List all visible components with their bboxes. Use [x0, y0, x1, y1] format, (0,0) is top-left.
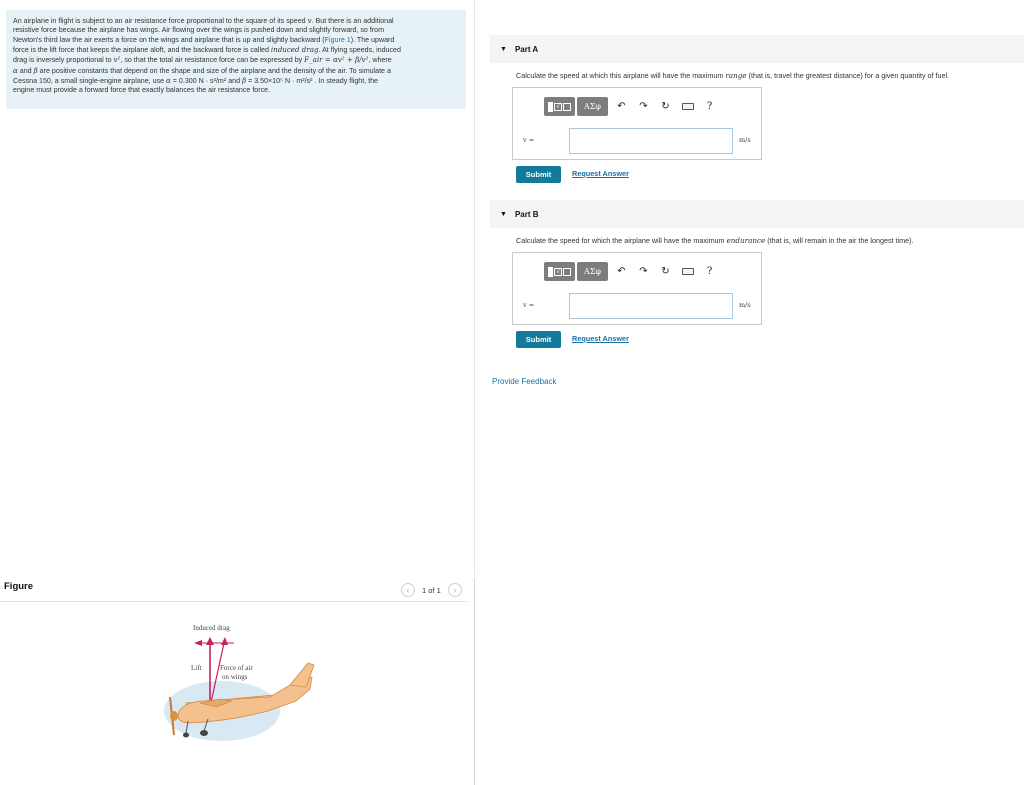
redo-button[interactable]: ↷: [633, 262, 654, 281]
part-a-variable-label: v =: [523, 136, 535, 144]
figure-column-divider: [474, 578, 475, 785]
problem-line-5: drag is inversely proportional to v², so…: [13, 55, 392, 65]
part-b-title: Part B: [514, 209, 539, 219]
part-a-request-answer-link[interactable]: Request Answer: [572, 169, 629, 178]
problem-line-1: An airplane in flight is subject to an a…: [13, 16, 394, 25]
prev-figure-button[interactable]: ‹: [401, 583, 415, 597]
figure-link[interactable]: Figure 1: [325, 36, 351, 44]
keyboard-button[interactable]: [677, 262, 698, 281]
part-b-variable-label: v =: [523, 301, 535, 309]
part-b-header[interactable]: ▼ Part B: [490, 200, 1024, 228]
reset-icon: ↻: [661, 101, 670, 112]
undo-button[interactable]: ↶: [611, 97, 632, 116]
part-b-unit: m/s: [739, 301, 751, 309]
undo-icon: ↶: [617, 101, 626, 112]
part-b-question: Calculate the speed for which the airpla…: [516, 236, 914, 245]
airplane-figure: Induced drag Lift Force of air on wings: [164, 624, 315, 741]
help-button[interactable]: ?: [699, 97, 720, 116]
chevron-right-icon: ›: [453, 585, 457, 595]
force-of-air-label: Force of air: [220, 664, 253, 672]
part-a-question: Calculate the speed at which this airpla…: [516, 71, 950, 80]
sqrt-template-icon: √: [554, 267, 562, 276]
part-b-toolbar: √ ΑΣφ ↶ ↷ ↻ ?: [544, 262, 720, 281]
part-a-submit-button[interactable]: Submit: [516, 166, 561, 183]
chevron-left-icon: ‹: [406, 585, 410, 595]
part-a-unit: m/s: [739, 136, 751, 144]
problem-line-6: α and β are positive constants that depe…: [13, 65, 391, 75]
column-divider: [474, 0, 475, 575]
on-wings-label: on wings: [222, 673, 248, 681]
reset-icon: ↻: [661, 266, 670, 277]
part-a-answer-input[interactable]: [569, 128, 733, 154]
templates-button[interactable]: √: [544, 97, 575, 116]
part-b-answer-input[interactable]: [569, 293, 733, 319]
problem-line-3: Newton's third law the air exerts a forc…: [13, 35, 395, 44]
help-icon: ?: [706, 101, 713, 112]
figure-count: 1 of 1: [422, 585, 441, 595]
figure-divider-line: [0, 601, 467, 602]
redo-icon: ↷: [639, 101, 648, 112]
help-button[interactable]: ?: [699, 262, 720, 281]
problem-line-8: engine must provide a forward force that…: [13, 86, 271, 95]
redo-button[interactable]: ↷: [633, 97, 654, 116]
templates-button[interactable]: √: [544, 262, 575, 281]
reset-button[interactable]: ↻: [655, 97, 676, 116]
problem-statement: An airplane in flight is subject to an a…: [6, 10, 466, 109]
next-figure-button[interactable]: ›: [447, 583, 462, 597]
reset-button[interactable]: ↻: [655, 262, 676, 281]
part-b-request-answer-link[interactable]: Request Answer: [572, 334, 629, 343]
part-a-answer-panel: √ ΑΣφ ↶ ↷ ↻ ? v = m/s: [512, 87, 762, 160]
figure-heading: Figure: [4, 581, 34, 592]
sqrt-template-icon: √: [554, 102, 562, 111]
problem-line-2: resistive force because the airplane has…: [13, 26, 385, 35]
redo-icon: ↷: [639, 266, 648, 277]
part-b-answer-panel: √ ΑΣφ ↶ ↷ ↻ ? v = m/s: [512, 252, 762, 325]
figure-pager: ‹ 1 of 1 ›: [401, 583, 462, 597]
help-icon: ?: [706, 266, 713, 277]
keyboard-icon: [681, 103, 694, 110]
greek-symbols-button[interactable]: ΑΣφ: [577, 97, 608, 116]
keyboard-button[interactable]: [677, 97, 698, 116]
caret-down-icon: ▼: [500, 45, 507, 53]
part-a-title: Part A: [514, 44, 539, 54]
greek-symbols-button[interactable]: ΑΣφ: [577, 262, 608, 281]
keyboard-icon: [681, 268, 694, 275]
induced-drag-label: Induced drag: [193, 624, 230, 632]
undo-icon: ↶: [617, 266, 626, 277]
provide-feedback-link[interactable]: Provide Feedback: [492, 377, 556, 386]
problem-line-4: force is the lift force that keeps the a…: [13, 45, 401, 55]
part-b-submit-button[interactable]: Submit: [516, 331, 561, 348]
caret-down-icon: ▼: [500, 210, 507, 218]
lift-label: Lift: [191, 664, 202, 672]
part-a-header[interactable]: ▼ Part A: [490, 35, 1024, 63]
problem-line-7: Cessna 150, a small single-engine airpla…: [13, 76, 379, 86]
part-a-toolbar: √ ΑΣφ ↶ ↷ ↻ ?: [544, 97, 720, 116]
undo-button[interactable]: ↶: [611, 262, 632, 281]
